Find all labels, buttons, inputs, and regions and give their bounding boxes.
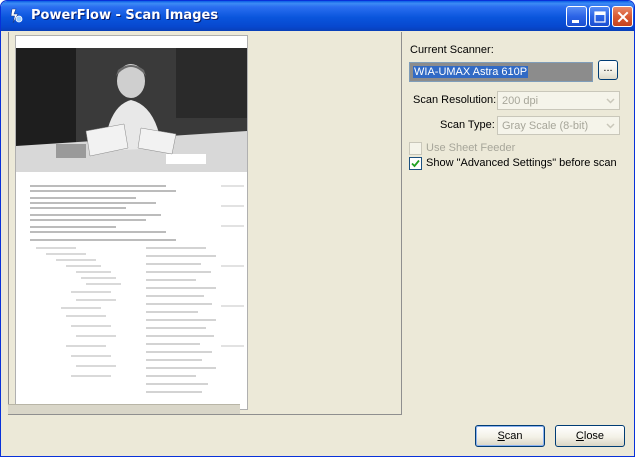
scan-resolution-value: 200 dpi xyxy=(502,95,539,107)
scan-resolution-select[interactable]: 200 dpi xyxy=(497,91,620,110)
scanned-image xyxy=(16,36,247,409)
minimize-icon xyxy=(572,20,579,23)
scan-images-window: PowerFlow - Scan Images Current Scanner:… xyxy=(0,0,635,457)
maximize-icon xyxy=(594,11,606,23)
show-advanced-settings-label: Show "Advanced Settings" before scan xyxy=(426,157,617,169)
scan-type-value: Gray Scale (8-bit) xyxy=(502,120,589,132)
show-advanced-settings-checkbox[interactable] xyxy=(409,157,422,170)
scan-settings-panel: Current Scanner: WIA-UMAX Astra 610P ...… xyxy=(403,32,631,415)
scan-type-label: Scan Type: xyxy=(440,119,495,131)
preview-scroll-strip xyxy=(8,404,240,414)
close-button-mnemonic: C xyxy=(575,430,584,442)
powerflow-app-icon xyxy=(10,8,23,24)
chevron-down-icon xyxy=(606,98,615,104)
close-button-label: lose xyxy=(583,430,605,442)
maximize-button[interactable] xyxy=(589,6,610,27)
close-button[interactable]: Close xyxy=(555,425,625,447)
scan-resolution-label: Scan Resolution: xyxy=(413,94,497,106)
browse-scanner-button[interactable]: ... xyxy=(598,60,618,80)
scanned-page-preview xyxy=(15,35,248,410)
current-scanner-value: WIA-UMAX Astra 610P xyxy=(413,66,529,78)
close-icon xyxy=(617,11,629,23)
scan-button-mnemonic: S xyxy=(497,430,505,442)
scan-button-label: can xyxy=(504,430,523,442)
scan-type-select[interactable]: Gray Scale (8-bit) xyxy=(497,116,620,135)
scan-preview-panel xyxy=(8,32,402,415)
current-scanner-field[interactable]: WIA-UMAX Astra 610P xyxy=(409,62,593,82)
scan-button[interactable]: Scan xyxy=(475,425,545,447)
chevron-down-icon xyxy=(606,123,615,129)
checkmark-icon xyxy=(411,159,420,168)
close-window-button[interactable] xyxy=(612,6,633,27)
current-scanner-label: Current Scanner: xyxy=(410,44,494,56)
minimize-button[interactable] xyxy=(566,6,587,27)
use-sheet-feeder-checkbox[interactable] xyxy=(409,142,422,155)
title-bar[interactable]: PowerFlow - Scan Images xyxy=(1,1,634,31)
window-title: PowerFlow - Scan Images xyxy=(31,8,219,23)
use-sheet-feeder-label: Use Sheet Feeder xyxy=(426,142,516,154)
